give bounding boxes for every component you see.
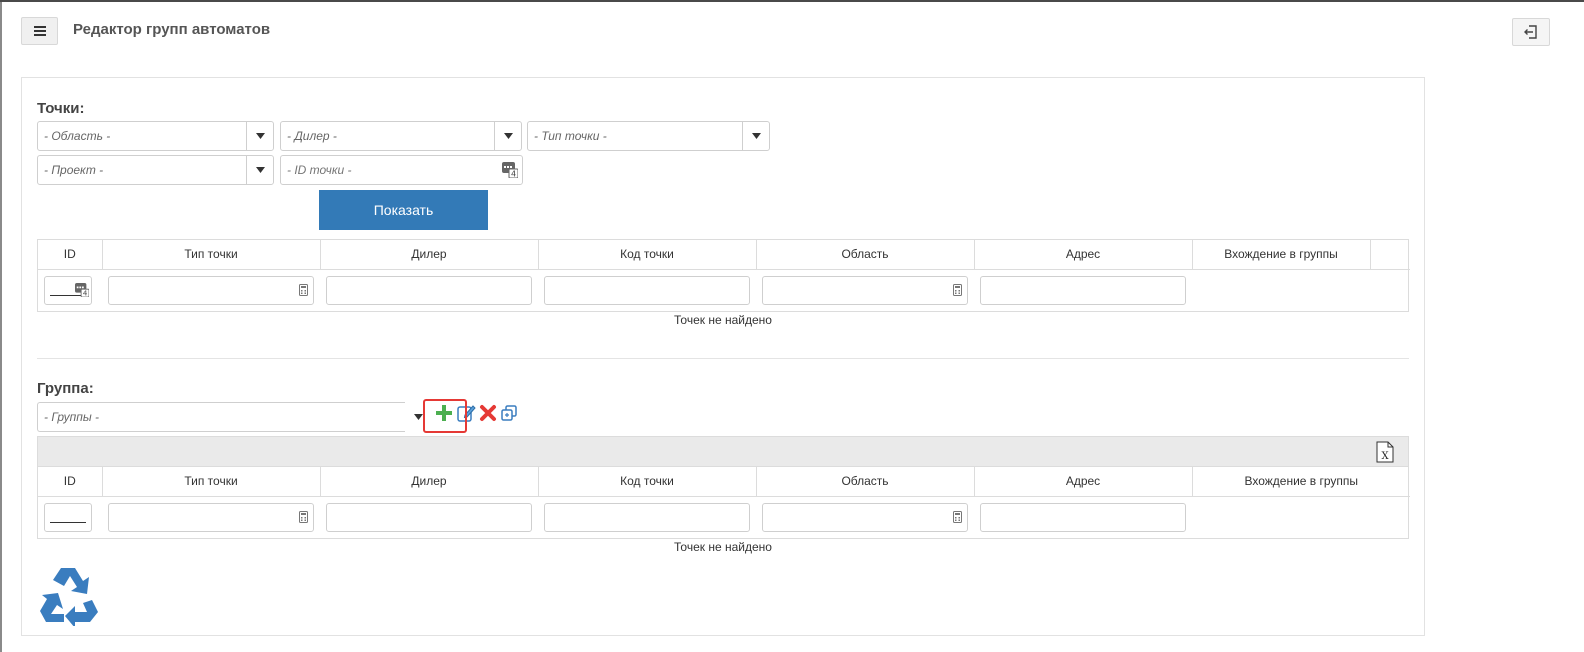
- chevron-down-icon: [246, 122, 273, 150]
- group-section-title: Группа:: [37, 380, 94, 397]
- points-empty-message: Точек не найдено: [674, 313, 772, 327]
- column-header-region[interactable]: Область: [756, 467, 975, 497]
- column-header-extra: [1370, 240, 1410, 270]
- point-type-select[interactable]: - Тип точки -: [527, 121, 770, 151]
- region-filter[interactable]: [762, 502, 968, 532]
- point-type-filter[interactable]: [108, 275, 314, 305]
- point-id-input[interactable]: [281, 162, 502, 178]
- dealer-select[interactable]: - Дилер -: [280, 121, 522, 151]
- logout-button[interactable]: [1512, 18, 1550, 46]
- dealer-filter[interactable]: [326, 502, 532, 532]
- points-table: ID Тип точки Дилер Код точки Область Адр…: [37, 239, 1410, 312]
- group-select-value: - Группы -: [44, 410, 99, 424]
- region-select[interactable]: - Область -: [37, 121, 274, 151]
- calculator-icon[interactable]: [299, 284, 308, 297]
- address-filter[interactable]: [980, 502, 1186, 532]
- column-header-point-code[interactable]: Код точки: [538, 240, 757, 270]
- show-button[interactable]: Показать: [319, 190, 488, 230]
- excel-export-icon[interactable]: X: [1376, 441, 1394, 463]
- column-header-point-type[interactable]: Тип точки: [102, 240, 321, 270]
- recycle-bin-icon[interactable]: [37, 564, 101, 626]
- group-empty-message: Точек не найдено: [674, 540, 772, 554]
- chevron-down-icon: [742, 122, 769, 150]
- column-header-region[interactable]: Область: [756, 240, 975, 270]
- column-header-id[interactable]: ID: [38, 467, 103, 497]
- calculator-icon[interactable]: [299, 511, 308, 524]
- group-select[interactable]: - Группы -: [37, 402, 405, 432]
- page-title: Редактор групп автоматов: [73, 21, 271, 38]
- column-header-groups[interactable]: Вхождение в группы: [1192, 240, 1371, 270]
- filter-row: [38, 496, 1410, 538]
- column-header-address[interactable]: Адрес: [974, 467, 1193, 497]
- keyboard-icon[interactable]: 4: [502, 162, 518, 178]
- chevron-down-icon: [494, 122, 521, 150]
- id-filter-input[interactable]: [44, 502, 92, 532]
- filter-row: 4: [38, 269, 1410, 311]
- edit-icon[interactable]: [457, 404, 476, 422]
- hamburger-icon: [33, 26, 46, 36]
- menu-button[interactable]: [21, 17, 58, 45]
- main-panel: Точки: - Область - - Дилер - - Тип точки…: [21, 77, 1425, 636]
- column-header-dealer[interactable]: Дилер: [320, 467, 539, 497]
- svg-text:4: 4: [83, 289, 88, 296]
- column-header-groups[interactable]: Вхождение в группы: [1192, 467, 1410, 497]
- point-type-filter[interactable]: [108, 502, 314, 532]
- group-select-arrow[interactable]: [405, 402, 431, 432]
- point-type-select-value: - Тип точки -: [534, 129, 607, 143]
- project-select-value: - Проект -: [44, 163, 104, 177]
- dealer-filter[interactable]: [326, 275, 532, 305]
- id-filter-input[interactable]: 4: [44, 275, 92, 305]
- point-code-filter[interactable]: [544, 275, 750, 305]
- address-filter[interactable]: [980, 275, 1186, 305]
- chevron-down-icon: [246, 156, 273, 184]
- calculator-icon[interactable]: [953, 511, 962, 524]
- keyboard-icon[interactable]: 4: [75, 282, 89, 297]
- group-table-toolbar: X: [38, 437, 1408, 467]
- window-edge: [0, 2, 2, 652]
- chevron-down-icon: [413, 414, 423, 420]
- header: Редактор групп автоматов: [0, 2, 1584, 62]
- svg-text:X: X: [1381, 451, 1389, 462]
- copy-icon[interactable]: [501, 404, 518, 422]
- points-section-title: Точки:: [37, 100, 85, 117]
- region-select-value: - Область -: [44, 129, 111, 143]
- group-toolbar: [435, 404, 518, 422]
- logout-icon: [1524, 25, 1537, 39]
- column-header-point-code[interactable]: Код точки: [538, 467, 757, 497]
- delete-icon[interactable]: [479, 404, 497, 422]
- add-icon[interactable]: [435, 404, 453, 422]
- column-header-point-type[interactable]: Тип точки: [102, 467, 321, 497]
- region-filter[interactable]: [762, 275, 968, 305]
- group-table: X ID Тип точки Дилер Код точки Область А…: [37, 436, 1410, 539]
- svg-text:4: 4: [511, 170, 516, 179]
- column-header-address[interactable]: Адрес: [974, 240, 1193, 270]
- dealer-select-value: - Дилер -: [287, 129, 337, 143]
- column-header-dealer[interactable]: Дилер: [320, 240, 539, 270]
- project-select[interactable]: - Проект -: [37, 155, 274, 185]
- point-id-field[interactable]: 4: [280, 155, 523, 185]
- column-header-id[interactable]: ID: [38, 240, 103, 270]
- calculator-icon[interactable]: [953, 284, 962, 297]
- point-code-filter[interactable]: [544, 502, 750, 532]
- section-divider: [37, 358, 1409, 359]
